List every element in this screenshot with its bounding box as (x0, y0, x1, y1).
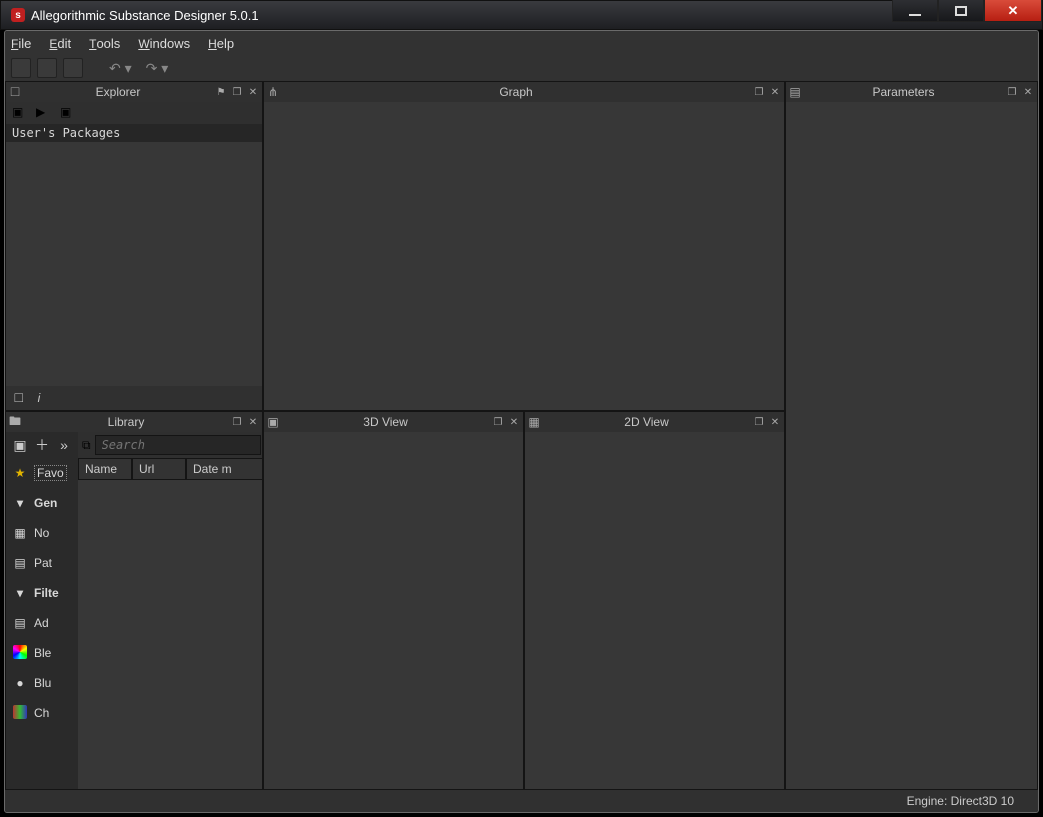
explorer-close-button[interactable] (246, 85, 260, 99)
chevron-down-icon: ▾ (12, 496, 28, 510)
library-item-pattern[interactable]: ▤ Pat (6, 548, 78, 578)
library-close-button[interactable] (246, 415, 260, 429)
explorer-foot-tree-icon[interactable]: 🞎 (14, 391, 24, 406)
view2d-panel: ▦ 2D View (524, 411, 785, 790)
view2d-canvas[interactable] (525, 432, 784, 789)
folder-icon: 🖿 (6, 412, 24, 433)
library-sidebar: ▣ ＋ » ★ Favo ▾ Gen ▦ (6, 432, 78, 789)
toolbar-redo-button[interactable]: ↷ ▾ (142, 60, 173, 77)
view3d-title: 3D View (282, 415, 489, 429)
toolbar-undo-button[interactable]: ↶ ▾ (105, 60, 136, 77)
menu-file[interactable]: File (11, 36, 31, 51)
view3d-canvas[interactable] (264, 432, 523, 789)
window-minimize-button[interactable] (892, 0, 938, 22)
star-icon: ★ (12, 466, 28, 480)
library-col-name[interactable]: Name (78, 458, 132, 480)
view2d-title: 2D View (543, 415, 750, 429)
image-icon: ▦ (525, 415, 543, 429)
explorer-foot-info-icon[interactable]: i (38, 391, 41, 405)
menu-edit[interactable]: Edit (49, 36, 71, 51)
library-restore-button[interactable] (230, 415, 244, 429)
window-title: Allegorithmic Substance Designer 5.0.1 (31, 8, 892, 23)
toolbar-open-button[interactable] (37, 58, 57, 78)
tree-icon: 🞎 (6, 85, 24, 100)
library-item-channel[interactable]: Ch (6, 698, 78, 728)
menu-tools[interactable]: Tools (89, 36, 120, 51)
chevron-down-icon: ▾ (12, 586, 28, 600)
graph-close-button[interactable] (768, 85, 782, 99)
library-item-noise[interactable]: ▦ No (6, 518, 78, 548)
view2d-close-button[interactable] (768, 415, 782, 429)
cube-icon: ▣ (264, 415, 282, 429)
library-item-blur[interactable]: ● Blu (6, 668, 78, 698)
explorer-panel: 🞎 Explorer ▣ ▶ ▣ User's Packages (5, 81, 263, 411)
pattern-icon: ▤ (12, 556, 28, 570)
adjust-icon: ▤ (12, 616, 28, 630)
explorer-tool-2[interactable]: ▶ (36, 105, 52, 121)
parameters-panel: ▤ Parameters (785, 81, 1038, 790)
graph-title: Graph (282, 85, 750, 99)
library-search-input[interactable] (95, 435, 261, 455)
library-item-blend[interactable]: Ble (6, 638, 78, 668)
graph-restore-button[interactable] (752, 85, 766, 99)
library-favorites[interactable]: ★ Favo (6, 458, 78, 488)
app-icon: s (11, 8, 25, 22)
library-add-button[interactable]: ＋ (34, 437, 50, 453)
library-title: Library (24, 415, 228, 429)
menu-windows[interactable]: Windows (138, 36, 190, 51)
library-col-date[interactable]: Date m (186, 458, 262, 480)
explorer-restore-button[interactable] (230, 85, 244, 99)
library-col-url[interactable]: Url (132, 458, 186, 480)
view3d-panel: ▣ 3D View (263, 411, 524, 790)
blend-icon (12, 645, 28, 662)
dot-icon: ● (12, 676, 28, 690)
parameters-close-button[interactable] (1021, 85, 1035, 99)
graph-icon: ⋔ (264, 85, 282, 99)
window-close-button[interactable] (984, 0, 1042, 22)
library-search-launch-icon[interactable]: ⧉ (82, 438, 91, 453)
graph-canvas[interactable] (264, 102, 784, 410)
view2d-restore-button[interactable] (752, 415, 766, 429)
toolbar-save-button[interactable] (63, 58, 83, 78)
explorer-tool-1[interactable]: ▣ (12, 105, 28, 121)
library-item-adjust[interactable]: ▤ Ad (6, 608, 78, 638)
parameters-body (786, 102, 1037, 789)
window-maximize-button[interactable] (938, 0, 984, 22)
explorer-title: Explorer (24, 85, 212, 99)
menu-help[interactable]: Help (208, 36, 234, 51)
library-favorites-label: Favo (34, 465, 67, 481)
library-table-header: Name Url Date m (78, 458, 262, 480)
parameters-title: Parameters (804, 85, 1003, 99)
explorer-tool-3[interactable]: ▣ (60, 105, 76, 121)
library-table-body (78, 480, 262, 789)
library-stack-icon[interactable]: ▣ (12, 437, 28, 453)
doc-icon: ▤ (786, 85, 804, 99)
explorer-folder-users-packages[interactable]: User's Packages (6, 124, 262, 142)
library-more-button[interactable]: » (56, 437, 72, 453)
view3d-restore-button[interactable] (491, 415, 505, 429)
main-toolbar: ↶ ▾ ↷ ▾ (5, 55, 1038, 81)
toolbar-new-button[interactable] (11, 58, 31, 78)
view3d-close-button[interactable] (507, 415, 521, 429)
parameters-restore-button[interactable] (1005, 85, 1019, 99)
statusbar: Engine: Direct3D 10 (5, 790, 1038, 812)
status-engine: Engine: Direct3D 10 (907, 794, 1014, 808)
library-filters-header[interactable]: ▾ Filte (6, 578, 78, 608)
channel-icon (12, 705, 28, 722)
noise-icon: ▦ (12, 526, 28, 540)
explorer-pin-button[interactable] (214, 85, 228, 99)
library-generators-header[interactable]: ▾ Gen (6, 488, 78, 518)
titlebar: s Allegorithmic Substance Designer 5.0.1 (0, 0, 1043, 30)
library-panel: 🖿 Library ▣ ＋ » ★ (5, 411, 263, 790)
menubar: File Edit Tools Windows Help (5, 31, 1038, 55)
graph-panel: ⋔ Graph (263, 81, 785, 411)
